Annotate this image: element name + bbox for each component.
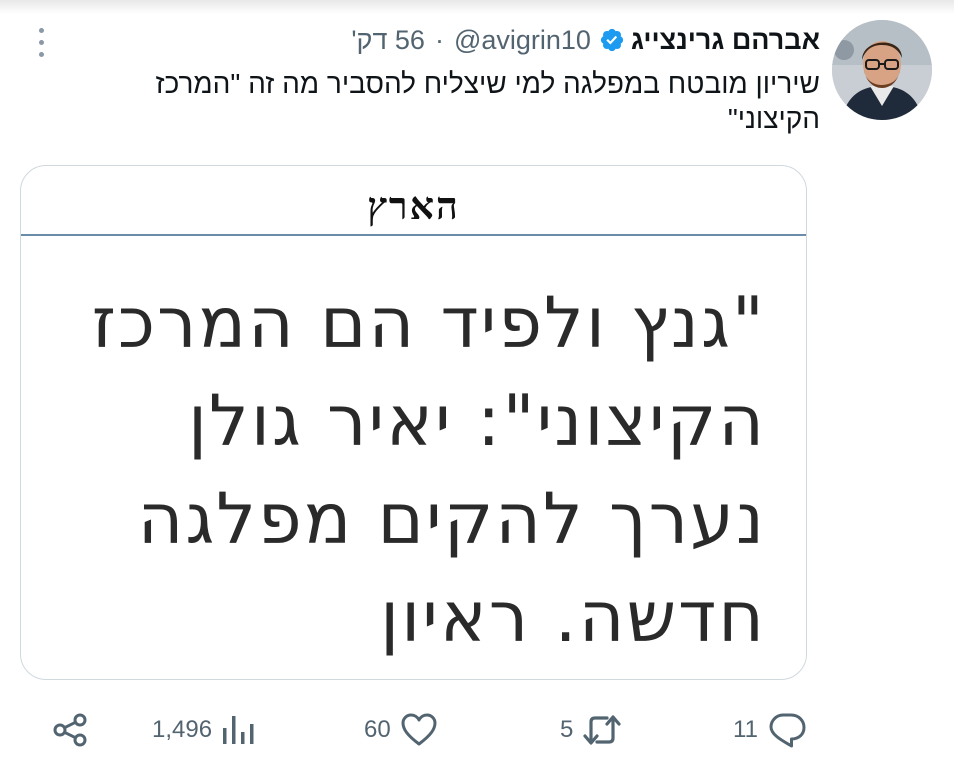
avatar-image	[832, 20, 932, 120]
share-icon	[53, 713, 87, 747]
reply-count: 11	[733, 716, 758, 743]
retweet-button[interactable]: 5	[560, 704, 623, 756]
views-chart-icon	[223, 716, 254, 744]
tweet[interactable]: אברהם גרינצייג @avigrin10 · 56 דק' שיריו…	[0, 0, 954, 772]
views-count: 1,496	[152, 716, 213, 743]
avatar[interactable]	[832, 20, 932, 120]
views-button[interactable]: 1,496	[152, 704, 256, 756]
reply-button[interactable]: 11	[733, 704, 808, 756]
masthead: הארץ	[21, 166, 806, 236]
reply-bubble-icon	[769, 713, 806, 748]
masthead-logo: הארץ	[367, 186, 460, 228]
media-card[interactable]: הארץ "גנץ ולפיד הם המרכז הקיצוני": יאיר …	[20, 165, 807, 680]
verified-badge-icon	[600, 28, 624, 52]
like-count: 60	[364, 716, 391, 743]
more-options-icon[interactable]	[26, 24, 56, 60]
retweet-count: 5	[560, 716, 574, 743]
retweet-icon	[583, 715, 621, 745]
handle[interactable]: @avigrin10	[454, 25, 591, 56]
action-bar: 1,496 60 5 11	[0, 704, 954, 756]
article-headline: "גנץ ולפיד הם המרכז הקיצוני": יאיר גולן …	[91, 282, 766, 658]
share-button[interactable]	[50, 704, 90, 756]
tweet-text: שיריון מובטח במפלגה למי שיצליח להסביר מה…	[155, 68, 820, 134]
display-name[interactable]: אברהם גרינצייג	[631, 25, 820, 56]
heart-icon	[401, 713, 437, 746]
tweet-header: אברהם גרינצייג @avigrin10 · 56 דק'	[351, 22, 820, 58]
timestamp[interactable]: 56 דק'	[351, 25, 425, 56]
like-button[interactable]: 60	[364, 704, 439, 756]
separator-dot: ·	[434, 24, 444, 55]
